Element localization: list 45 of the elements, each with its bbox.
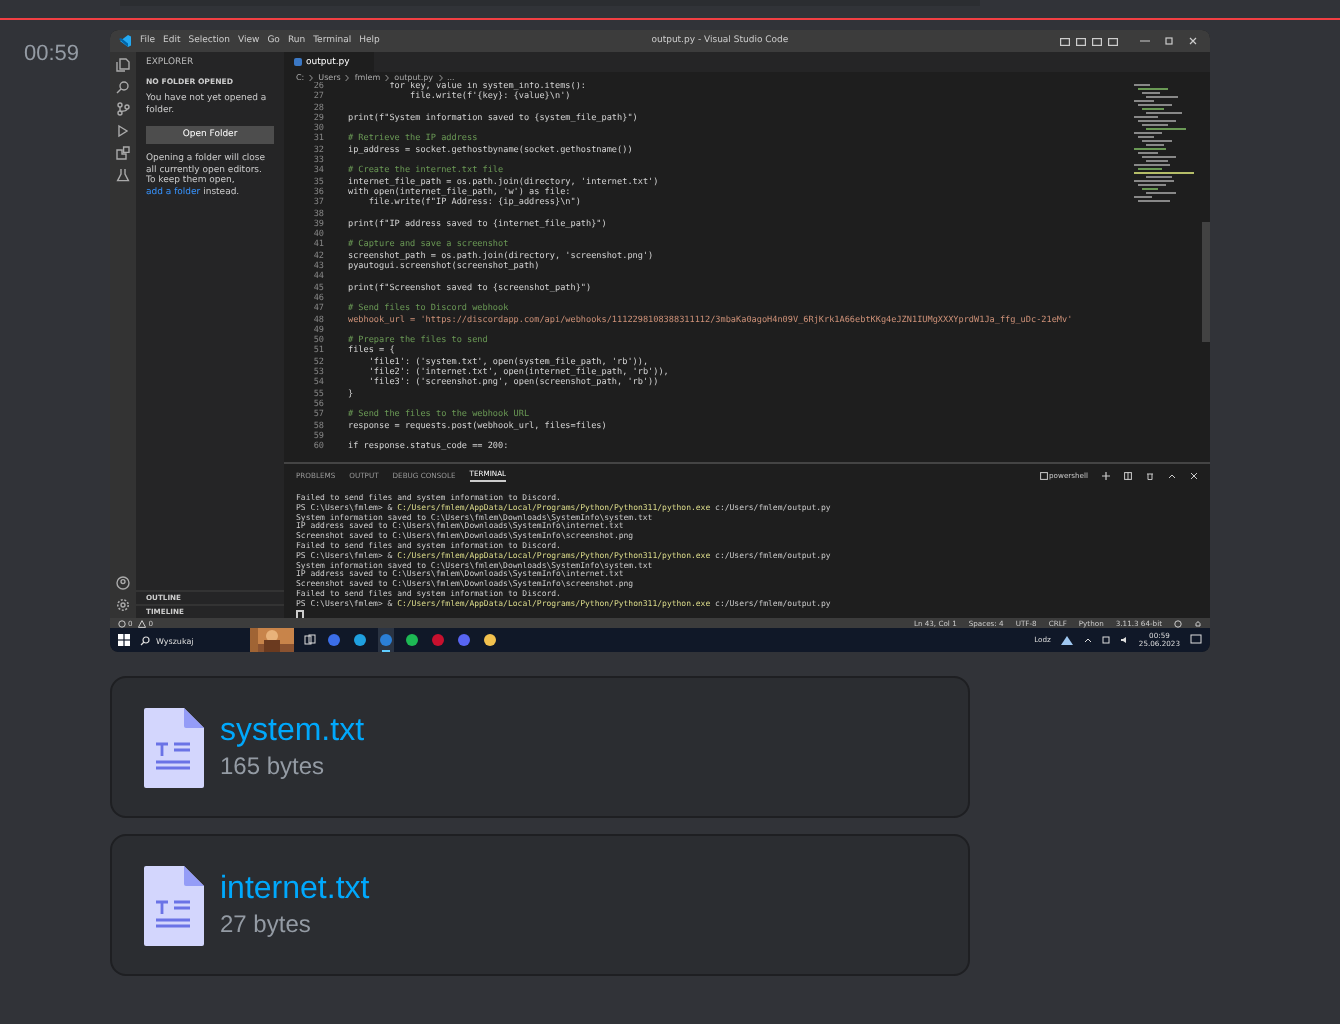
app-icon[interactable] [352, 628, 368, 652]
windows-logo-icon[interactable] [118, 634, 130, 646]
settings-icon[interactable] [116, 598, 130, 612]
chevron-icon [344, 73, 351, 81]
minimize-icon[interactable] [1136, 36, 1154, 46]
screenshot-image[interactable] [110, 30, 1210, 652]
search-icon [140, 635, 150, 645]
trash-icon[interactable] [1146, 472, 1154, 480]
split-icon[interactable] [1124, 472, 1132, 480]
text-file-icon [144, 707, 204, 787]
minimap-drawing [1134, 84, 1194, 208]
text-file-icon [144, 865, 204, 945]
volume-icon[interactable] [1120, 636, 1129, 644]
network-icon[interactable] [1102, 636, 1111, 644]
error-icon[interactable] [118, 619, 126, 627]
account-icon[interactable] [116, 576, 130, 590]
flask-icon[interactable] [116, 168, 130, 182]
app-icon[interactable] [378, 628, 394, 652]
file-size: 165 bytes [220, 752, 327, 780]
terminal-icon [1039, 472, 1048, 480]
close-icon[interactable] [1190, 472, 1198, 480]
app-icon[interactable] [482, 628, 498, 652]
chevron-icon [437, 73, 443, 81]
extensions-icon[interactable] [116, 146, 130, 160]
search-icon[interactable] [116, 80, 130, 94]
app-icon[interactable] [404, 628, 420, 652]
file-name-link[interactable]: system.txt [220, 714, 365, 750]
notification-icon[interactable] [1190, 634, 1202, 646]
branch-icon[interactable] [116, 102, 130, 116]
weather-icon[interactable] [1060, 634, 1075, 646]
warning-icon[interactable] [138, 619, 147, 627]
chevron-icon [384, 73, 391, 81]
file-name-link[interactable]: internet.txt [220, 872, 370, 908]
restore-icon[interactable] [1160, 36, 1178, 46]
files-icon[interactable] [116, 58, 130, 72]
task-view-icon[interactable] [304, 634, 316, 646]
vscode-logo-icon [118, 34, 132, 48]
close-icon[interactable] [1184, 36, 1202, 46]
file-attachment[interactable]: system.txt 165 bytes [110, 676, 970, 818]
message-timestamp: 00:59 [22, 40, 82, 70]
chevron-icon [308, 73, 315, 81]
plus-icon[interactable] [1102, 472, 1110, 480]
python-file-icon [294, 58, 302, 66]
file-size: 27 bytes [220, 910, 313, 938]
file-attachment[interactable]: internet.txt 27 bytes [110, 834, 970, 976]
